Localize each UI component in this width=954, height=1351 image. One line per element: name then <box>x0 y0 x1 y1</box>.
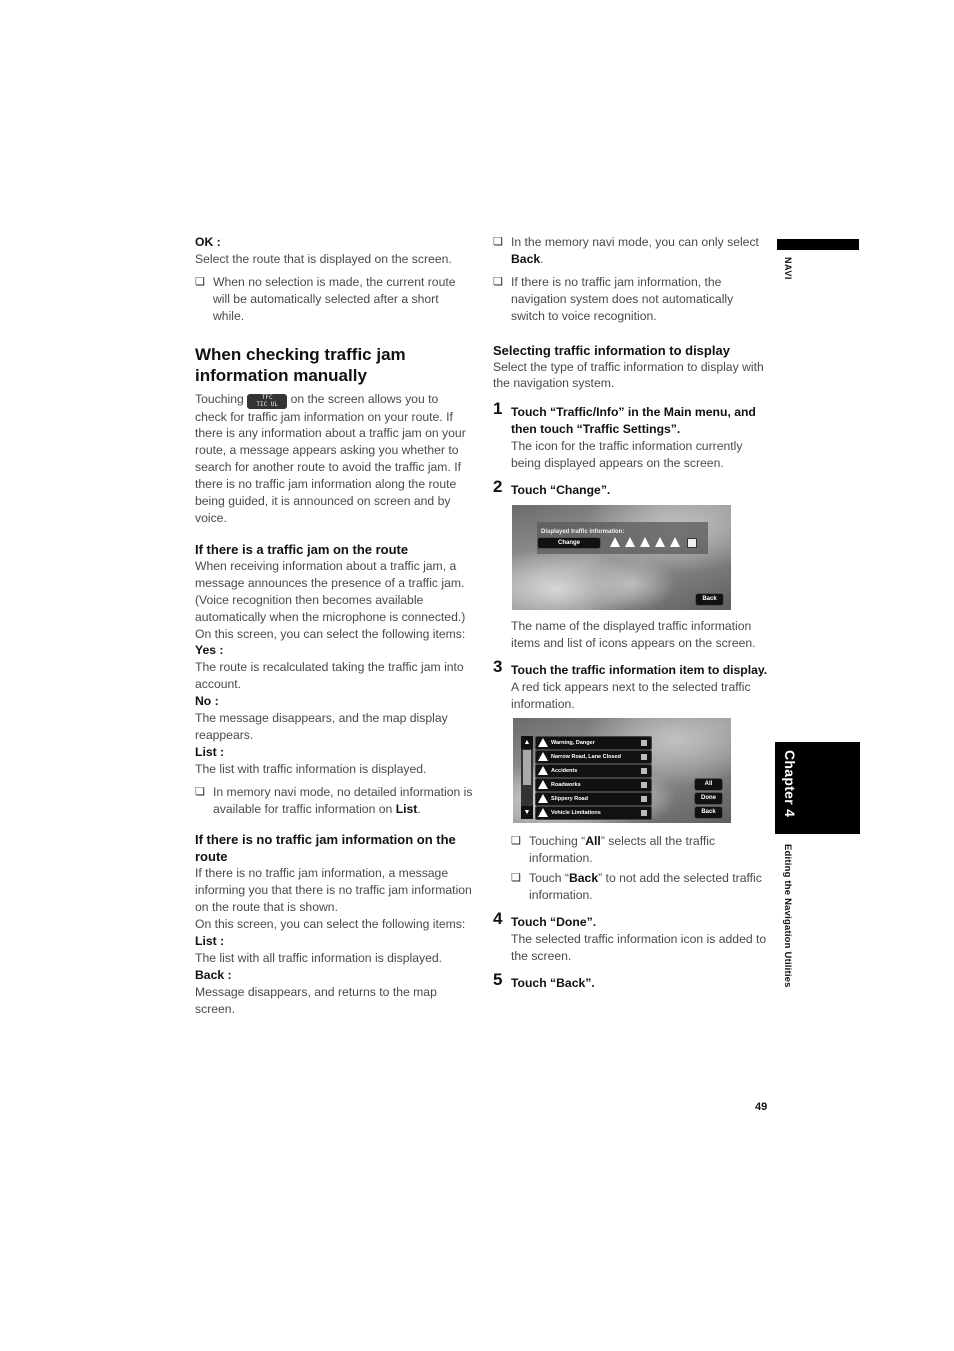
no-description: The message disappears, and the map disp… <box>195 711 448 742</box>
manual-intro: Touching TFC TIC UL on the screen allows … <box>195 391 466 525</box>
checkbox[interactable] <box>641 782 647 789</box>
back-button-2[interactable]: Back <box>694 806 723 820</box>
chapter-label: Chapter 4 <box>782 750 798 818</box>
screenshot-item-list: ▲ ▼ Warning, Danger Narrow Road, Lane Cl… <box>513 718 731 824</box>
term-no: No : <box>195 694 219 709</box>
back-description: Message disappears, and returns to the m… <box>195 984 437 1016</box>
list-item-warning-danger[interactable]: Warning, Danger <box>535 736 652 751</box>
heading-selecting-traffic: Selecting traffic information to display <box>493 342 730 358</box>
warning-danger-icon <box>610 536 620 547</box>
section-label: Editing the Navigation Utilities <box>782 844 793 988</box>
scroll-thumb[interactable] <box>523 750 531 786</box>
left-column: OK : Select the route that is displayed … <box>195 234 473 1018</box>
note-no-voice-switch: ❏ If there is no traffic jam information… <box>493 274 734 323</box>
list-item-accidents[interactable]: Accidents <box>535 764 652 779</box>
note-memory-navi-back: ❏ In the memory navi mode, you can only … <box>493 235 759 266</box>
heading-no-traffic-jam: If there is no traffic jam information o… <box>195 832 456 865</box>
screenshot-change-screen: Displayed traffic information: Change Ba… <box>512 504 731 610</box>
checkbox[interactable] <box>641 810 647 817</box>
heading-traffic-jam: If there is a traffic jam on the route <box>195 541 409 557</box>
note-box-icon: ❏ <box>195 275 205 288</box>
step-5: 5 Touch “Back”. <box>493 969 595 990</box>
nojam-select-text: On this screen, you can select the follo… <box>195 917 466 932</box>
term-list: List : <box>195 744 225 759</box>
roadworks-icon <box>655 536 665 547</box>
note-all: ❏ Touching “All” selects all the traffic… <box>511 834 716 866</box>
term-back: Back : <box>195 967 232 982</box>
step-2-description: The name of the displayed traffic inform… <box>511 618 756 650</box>
checkbox[interactable] <box>641 768 647 775</box>
navi-label: NAVI <box>783 257 793 280</box>
roadworks-icon <box>538 780 548 790</box>
back-button[interactable]: Back <box>695 592 724 606</box>
select-description: Select the type of traffic information t… <box>493 359 764 391</box>
jam-description: When receiving information about a traff… <box>195 558 466 624</box>
accidents-icon <box>538 766 548 776</box>
slippery-road-icon <box>670 536 680 547</box>
step-4: 4 Touch “Done”. The selected traffic inf… <box>493 909 767 963</box>
accidents-icon <box>640 536 650 547</box>
note-box-icon: ❏ <box>493 275 503 288</box>
done-button[interactable]: Done <box>694 792 723 806</box>
term-list-2: List : <box>195 934 225 949</box>
narrow-road-icon <box>538 752 548 762</box>
all-button[interactable]: All <box>694 778 723 792</box>
jam-select-text: On this screen, you can select the follo… <box>195 626 466 641</box>
note-memory-navi-list: ❏ In memory navi mode, no detailed infor… <box>195 784 473 816</box>
navi-bar <box>777 239 859 250</box>
list-scrollbar[interactable]: ▲ ▼ <box>521 736 533 820</box>
list-item-narrow-road[interactable]: Narrow Road, Lane Closed <box>535 750 652 765</box>
checkbox[interactable] <box>641 754 647 761</box>
narrow-road-icon <box>625 536 635 547</box>
checkbox[interactable] <box>641 796 647 803</box>
note-box-icon: ❏ <box>493 236 503 248</box>
step-2: 2 Touch “Change”. <box>493 476 611 497</box>
vehicle-limitations-icon <box>687 537 697 548</box>
nojam-description: If there is no traffic jam information, … <box>195 866 472 915</box>
change-button[interactable]: Change <box>537 536 601 549</box>
tmc-button-icon: TFC TIC UL <box>247 393 288 409</box>
scroll-down-icon[interactable]: ▼ <box>521 806 533 820</box>
note-ok: ❏ When no selection is made, the current… <box>195 274 456 323</box>
term-ok: OK : <box>195 235 221 249</box>
ok-description: Select the route that is displayed on th… <box>195 251 452 266</box>
note-back: ❏ Touch “Back” to not add the selected t… <box>511 871 762 903</box>
list-description: The list with traffic information is dis… <box>195 761 427 776</box>
right-column: ❏ In the memory navi mode, you can only … <box>493 234 768 992</box>
scroll-up-icon[interactable]: ▲ <box>521 736 533 750</box>
page-number: 49 <box>755 1101 768 1113</box>
note-box-icon: ❏ <box>195 785 205 798</box>
list-item-slippery-road[interactable]: Slippery Road <box>535 792 652 807</box>
step-1: 1 Touch “Traffic/Info” in the Main menu,… <box>493 399 756 471</box>
vehicle-limitations-icon <box>538 808 548 818</box>
heading-manual-check: When checking traffic jam information ma… <box>195 344 406 385</box>
note-box-icon: ❏ <box>511 872 521 885</box>
list-item-roadworks[interactable]: Roadworks <box>535 778 652 793</box>
term-yes: Yes : <box>195 643 224 658</box>
list-2-description: The list with all traffic information is… <box>195 951 443 965</box>
note-box-icon: ❏ <box>511 835 521 848</box>
yes-description: The route is recalculated taking the tra… <box>195 660 464 692</box>
list-item-vehicle-limitations[interactable]: Vehicle Limitations <box>535 806 652 821</box>
checkbox[interactable] <box>641 740 647 747</box>
warning-icon <box>538 738 548 748</box>
slippery-road-icon <box>538 794 548 804</box>
step-3: 3 Touch the traffic information item to … <box>493 656 768 711</box>
